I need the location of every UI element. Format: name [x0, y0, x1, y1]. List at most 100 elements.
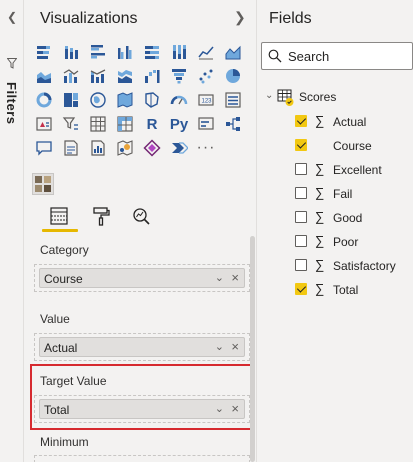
clustered-bar-icon[interactable]	[86, 40, 110, 64]
field-checkbox[interactable]	[295, 235, 307, 247]
python-visual-icon[interactable]: Py	[167, 112, 191, 136]
paint-roller-icon	[93, 207, 110, 226]
stacked-area-icon[interactable]	[32, 64, 56, 88]
minimum-well[interactable]	[34, 455, 250, 462]
category-well-label: Category	[40, 243, 89, 257]
field-checkbox[interactable]	[295, 187, 307, 199]
waterfall-icon[interactable]	[140, 64, 164, 88]
field-checkbox[interactable]	[295, 259, 307, 271]
decomposition-tree-icon[interactable]	[221, 112, 245, 136]
funnel-chart-icon[interactable]	[167, 64, 191, 88]
scatter-chart-icon[interactable]	[194, 64, 218, 88]
filters-pane-collapsed[interactable]: ❮ Filters	[0, 0, 24, 462]
field-poor[interactable]: ∑ Poor	[295, 232, 413, 252]
chevron-down-icon[interactable]: ⌄	[215, 402, 224, 415]
treemap-icon[interactable]	[59, 88, 83, 112]
value-field-pill[interactable]: Actual ⌄ ×	[39, 337, 245, 357]
field-good[interactable]: ∑ Good	[295, 208, 413, 228]
field-course[interactable]: Course	[295, 136, 413, 156]
sigma-icon: ∑	[315, 113, 325, 128]
visualizations-title: Visualizations	[40, 10, 138, 27]
stacked-column-100-icon[interactable]	[167, 40, 191, 64]
pane-tabs	[40, 203, 190, 233]
value-well[interactable]: Actual ⌄ ×	[34, 333, 250, 361]
field-total[interactable]: ∑ Total	[295, 280, 413, 300]
field-checkbox[interactable]	[295, 115, 307, 127]
field-checkbox[interactable]	[295, 211, 307, 223]
custom-visual-icon[interactable]	[32, 173, 54, 195]
field-satisfactory[interactable]: ∑ Satisfactory	[295, 256, 413, 276]
active-tab-indicator	[42, 229, 78, 232]
power-apps-icon[interactable]	[140, 136, 164, 160]
visualizations-pane: Visualizations ❯ 123 R Py ··· Category C…	[24, 0, 257, 462]
line-chart-icon[interactable]	[194, 40, 218, 64]
slicer-icon[interactable]	[59, 112, 83, 136]
category-field-pill[interactable]: Course ⌄ ×	[39, 268, 245, 288]
fields-search-box[interactable]	[261, 42, 413, 70]
remove-field-icon[interactable]: ×	[231, 270, 239, 285]
category-well[interactable]: Course ⌄ ×	[34, 264, 250, 292]
stacked-bar-100-icon[interactable]	[140, 40, 164, 64]
donut-chart-icon[interactable]	[32, 88, 56, 112]
power-automate-icon[interactable]	[167, 136, 191, 160]
target-value-well[interactable]: Total ⌄ ×	[34, 395, 250, 423]
remove-field-icon[interactable]: ×	[231, 339, 239, 354]
paginated-report-icon[interactable]	[86, 136, 110, 160]
field-name: Course	[333, 139, 372, 153]
card-icon[interactable]: 123	[194, 88, 218, 112]
field-checkbox[interactable]	[295, 283, 307, 295]
gauge-icon[interactable]	[167, 88, 191, 112]
tab-format[interactable]	[88, 203, 114, 229]
category-field-name: Course	[44, 272, 83, 286]
table-icon	[277, 89, 295, 112]
field-name: Total	[333, 283, 359, 297]
tab-fields[interactable]	[46, 203, 72, 229]
field-fail[interactable]: ∑ Fail	[295, 184, 413, 204]
filled-map-icon[interactable]	[113, 88, 137, 112]
field-checkbox[interactable]	[295, 139, 307, 151]
map-icon[interactable]	[86, 88, 110, 112]
field-excellent[interactable]: ∑ Excellent	[295, 160, 413, 180]
search-icon	[268, 49, 282, 68]
tab-analytics[interactable]	[128, 203, 154, 229]
clustered-column-icon[interactable]	[113, 40, 137, 64]
key-influencers-icon[interactable]	[194, 112, 218, 136]
collapse-visualizations-chevron-icon[interactable]: ❯	[234, 9, 246, 26]
multi-row-card-icon[interactable]	[221, 88, 245, 112]
chevron-down-icon[interactable]: ⌄	[215, 340, 224, 353]
more-visuals-label: ···	[196, 139, 216, 156]
sigma-icon: ∑	[315, 233, 325, 248]
field-actual[interactable]: ∑ Actual	[295, 112, 413, 132]
table-icon[interactable]	[86, 112, 110, 136]
area-chart-icon[interactable]	[221, 40, 245, 64]
filters-label: Filters	[4, 82, 19, 125]
pie-chart-icon[interactable]	[221, 64, 245, 88]
search-input[interactable]	[288, 46, 408, 66]
line-clustered-column-icon[interactable]	[59, 64, 83, 88]
line-stacked-column-icon[interactable]	[86, 64, 110, 88]
chevron-down-icon[interactable]: ⌄	[215, 271, 224, 284]
stacked-column-icon[interactable]	[59, 40, 83, 64]
sigma-icon: ∑	[315, 281, 325, 296]
sigma-icon: ∑	[315, 209, 325, 224]
ribbon-chart-icon[interactable]	[113, 64, 137, 88]
analytics-magnifier-icon	[133, 208, 150, 225]
field-name: Excellent	[333, 163, 382, 177]
kpi-icon[interactable]	[32, 112, 56, 136]
arcgis-map-icon[interactable]	[113, 136, 137, 160]
expand-filters-chevron-icon[interactable]: ❮	[7, 10, 17, 24]
chevron-down-icon[interactable]: ⌄	[265, 90, 273, 101]
qa-icon[interactable]	[32, 136, 56, 160]
value-field-name: Actual	[44, 341, 78, 355]
visualizations-scrollbar[interactable]	[250, 236, 255, 462]
table-scores[interactable]: ⌄ Scores	[265, 88, 413, 108]
smart-narrative-icon[interactable]	[59, 136, 83, 160]
r-visual-icon[interactable]: R	[140, 112, 164, 136]
stacked-bar-icon[interactable]	[32, 40, 56, 64]
field-checkbox[interactable]	[295, 163, 307, 175]
target-value-field-pill[interactable]: Total ⌄ ×	[39, 399, 245, 419]
matrix-icon[interactable]	[113, 112, 137, 136]
shape-map-icon[interactable]	[140, 88, 164, 112]
more-visuals-icon[interactable]: ···	[194, 136, 218, 160]
remove-field-icon[interactable]: ×	[231, 401, 239, 416]
